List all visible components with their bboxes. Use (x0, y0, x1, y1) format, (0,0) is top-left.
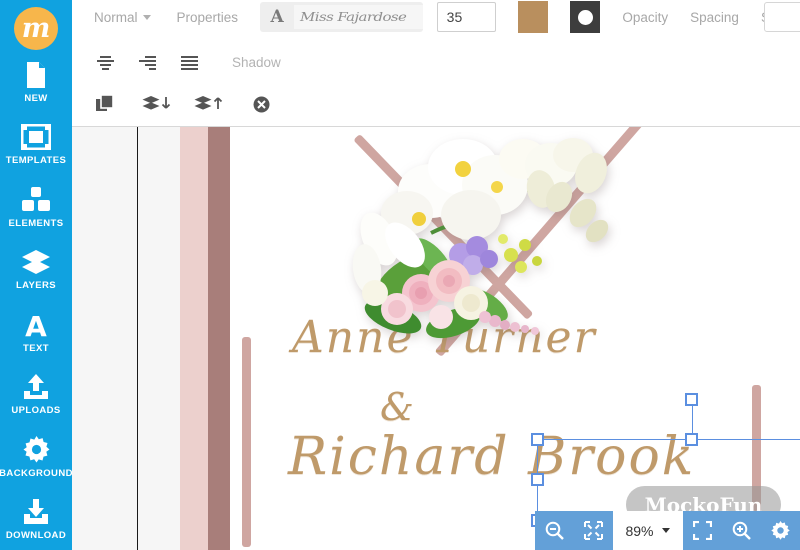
floral-bouquet-image[interactable] (345, 127, 635, 387)
shadow-dot-icon (577, 9, 593, 25)
envelope-edge-left (242, 337, 251, 547)
font-name-value: Miss Fajardose (294, 5, 423, 29)
rotate-handle[interactable] (685, 393, 698, 406)
sidebar-item-text[interactable]: A TEXT (0, 302, 72, 363)
blend-mode-label: Normal (94, 9, 138, 25)
toolbar-row-align: Shadow (72, 46, 800, 78)
stroke-width-input[interactable] (764, 2, 800, 32)
svg-text:A: A (25, 311, 47, 338)
resize-handle-middle-left[interactable] (531, 473, 544, 486)
chevron-down-icon (662, 528, 671, 533)
canvas-text-ampersand[interactable]: & (380, 385, 414, 429)
zoom-out-icon[interactable] (535, 511, 574, 550)
fullscreen-icon[interactable] (683, 511, 722, 550)
sidebar-item-download[interactable]: DOWNLOAD (0, 489, 72, 550)
sidebar-item-label: BACKGROUND (0, 467, 73, 479)
app-logo[interactable]: m (14, 7, 58, 50)
sidebar-item-uploads[interactable]: UPLOADS (0, 364, 72, 425)
download-icon (22, 498, 50, 526)
zoom-in-icon[interactable] (722, 511, 761, 550)
shadow-color-swatch[interactable] (570, 1, 601, 33)
resize-handle-top-left[interactable] (531, 433, 544, 446)
new-document-icon (23, 61, 49, 89)
duplicate-icon[interactable] (88, 91, 122, 117)
canvas-guide-line (137, 127, 138, 550)
uploads-icon (22, 373, 50, 401)
sidebar-item-templates[interactable]: TEMPLATES (0, 114, 72, 175)
white-orchids (381, 138, 609, 243)
sidebar-item-label: NEW (24, 92, 48, 104)
toolbar-row-arrange (72, 88, 800, 120)
fill-color-swatch[interactable] (517, 1, 549, 33)
font-glyph-icon: A (270, 7, 284, 27)
logo-letter: m (21, 12, 51, 44)
pink-filler (479, 311, 539, 335)
spacing-button[interactable]: Spacing (690, 10, 739, 25)
sidebar-item-layers[interactable]: LAYERS (0, 239, 72, 300)
sidebar-item-background[interactable]: BACKGROUND (0, 427, 72, 488)
sidebar-item-label: UPLOADS (11, 405, 61, 417)
templates-icon (21, 123, 51, 151)
opacity-button[interactable]: Opacity (622, 10, 668, 25)
left-sidebar: m NEW TEMPLATES ELEMENTS LAYERS A TEXT U… (0, 0, 72, 550)
sidebar-item-label: LAYERS (15, 280, 57, 292)
sidebar-item-label: DOWNLOAD (5, 530, 67, 542)
layers-icon (21, 248, 51, 276)
zoom-toolbar: 89% (535, 511, 800, 550)
font-size-input[interactable]: 35 (436, 2, 496, 32)
sidebar-item-new[interactable]: NEW (0, 52, 72, 113)
properties-label: Properties (176, 9, 239, 25)
fit-to-screen-icon[interactable] (574, 511, 613, 550)
settings-gear-icon[interactable] (761, 511, 800, 550)
align-right-icon[interactable] (130, 49, 164, 75)
resize-handle-top-center[interactable] (685, 433, 698, 446)
yellow-buds (498, 234, 542, 273)
mockofun-editor: m NEW TEMPLATES ELEMENTS LAYERS A TEXT U… (0, 0, 800, 550)
text-icon: A (23, 311, 49, 339)
align-justify-icon[interactable] (172, 49, 206, 75)
toolbar-row-properties: Normal Properties A Miss Fajardose 35 Op… (72, 0, 800, 34)
font-size-value: 35 (446, 9, 463, 25)
sidebar-item-label: TEXT (23, 342, 49, 354)
shadow-button[interactable]: Shadow (232, 55, 281, 70)
top-toolbar: Normal Properties A Miss Fajardose 35 Op… (72, 0, 800, 127)
elements-icon (21, 186, 51, 214)
background-gear-icon (23, 436, 50, 464)
properties-button[interactable]: Properties (171, 6, 245, 29)
zoom-level-value: 89% (625, 522, 654, 539)
align-center-icon[interactable] (88, 49, 122, 75)
bring-forward-icon[interactable] (192, 91, 226, 117)
send-backward-icon[interactable] (140, 91, 174, 117)
card-stripe-dark (208, 127, 230, 550)
font-family-picker[interactable]: A Miss Fajardose (260, 2, 423, 32)
sidebar-item-elements[interactable]: ELEMENTS (0, 177, 72, 238)
sidebar-item-label: ELEMENTS (8, 217, 64, 229)
sidebar-item-label: TEMPLATES (5, 155, 67, 167)
zoom-level-dropdown[interactable]: 89% (613, 511, 683, 550)
delete-icon[interactable] (244, 91, 278, 117)
card-stripe-light (180, 127, 208, 550)
blend-mode-dropdown[interactable]: Normal (88, 6, 157, 29)
chevron-down-icon (142, 14, 151, 20)
